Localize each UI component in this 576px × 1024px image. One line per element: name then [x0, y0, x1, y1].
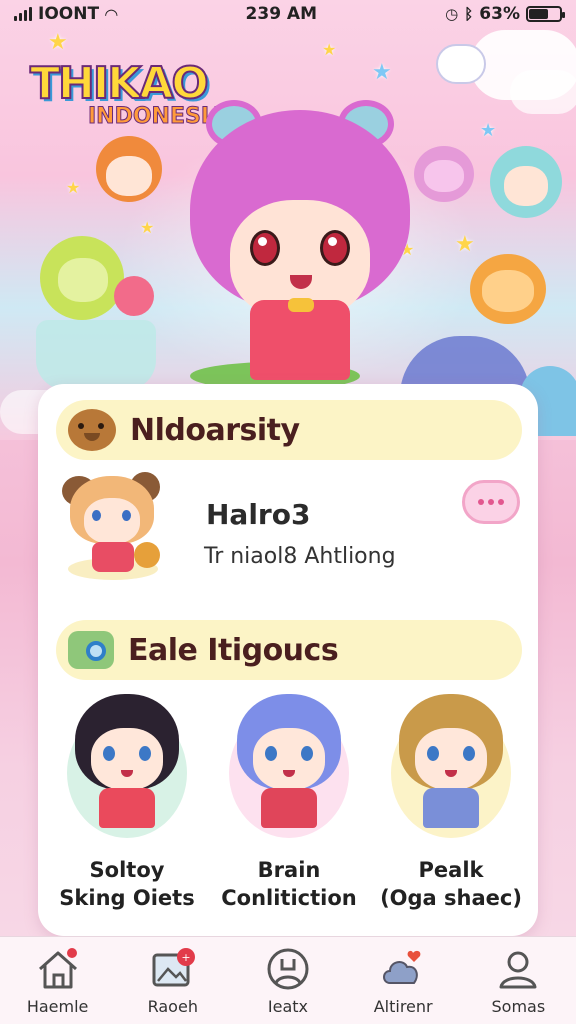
- balloon-decoration: [114, 276, 154, 316]
- star-icon: ★: [372, 60, 392, 85]
- character-desc: Conlitiction: [221, 886, 357, 910]
- character-grid: Soltoy Sking Oiets Brain Conlitiction Pe…: [52, 688, 526, 920]
- star-icon: ★: [140, 218, 155, 237]
- mini-character-cat: [470, 254, 546, 324]
- star-icon: ★: [322, 40, 337, 59]
- character-name: Brain: [257, 858, 321, 882]
- cloud-decoration: [510, 70, 576, 114]
- character-illustration: [57, 688, 197, 848]
- drink-cup-decoration: [36, 320, 156, 390]
- battery-icon: [525, 6, 565, 22]
- cloud-heart-icon: [383, 950, 421, 984]
- mini-character-orange: [96, 136, 162, 202]
- nav-item-gallery[interactable]: + Raoeh: [121, 947, 225, 1016]
- star-icon: ★: [66, 178, 81, 197]
- nav-label: Raoeh: [147, 997, 198, 1016]
- mini-character-teal: [490, 146, 562, 218]
- profile-avatar: [52, 466, 172, 586]
- nav-label: Haemle: [26, 997, 89, 1016]
- message-bubble-icon[interactable]: [462, 480, 520, 524]
- character-caption: Brain Conlitiction: [214, 856, 364, 912]
- character-desc: Sking Oiets: [59, 886, 195, 910]
- wifi-icon: ◠: [105, 4, 118, 24]
- community-section-header[interactable]: Nldoarsity: [56, 400, 522, 460]
- nav-item-account[interactable]: Somas: [466, 947, 570, 1016]
- nav-label: Ieatx: [267, 997, 309, 1016]
- main-character: [180, 100, 420, 390]
- nav-item-center[interactable]: Ieatx: [236, 947, 340, 1016]
- bluetooth-icon: ᛒ: [464, 5, 474, 23]
- star-icon: ★: [455, 232, 475, 257]
- character-name: Soltoy: [89, 858, 165, 882]
- hero-banner: ★ ★ ★ ★ ★ ★ ★ ★ THIKAO INDONESIA: [0, 0, 576, 440]
- content-card: Nldoarsity Halro3 Tr niaol8 Ahtliong Eal…: [38, 384, 538, 936]
- character-card[interactable]: Soltoy Sking Oiets: [52, 688, 202, 920]
- clock: 239 AM: [245, 4, 318, 24]
- signal-icon: [14, 7, 32, 21]
- battery-percent: 63%: [479, 4, 520, 24]
- character-caption: Soltoy Sking Oiets: [52, 856, 202, 912]
- home-icon: [38, 948, 77, 989]
- chat-bubble-icon: [436, 44, 486, 84]
- svg-text:+: +: [181, 951, 190, 964]
- profile-name: Halro3: [206, 498, 311, 531]
- character-desc: (Oga shaec): [380, 886, 522, 910]
- gallery-search-icon: [68, 631, 114, 669]
- gallery-icon: +: [152, 948, 195, 987]
- section-title: Nldoarsity: [130, 412, 300, 448]
- character-illustration: [219, 688, 359, 848]
- bottom-navigation: Haemle + Raoeh Ieatx Altirenr Somas: [0, 936, 576, 1024]
- alarm-icon: ◷: [445, 5, 459, 23]
- gallery-section-header[interactable]: Eale Itigoucs: [56, 620, 522, 680]
- section-title: Eale Itigoucs: [128, 632, 339, 668]
- carrier-name: IOONT: [38, 4, 100, 24]
- character-card[interactable]: Brain Conlitiction: [214, 688, 364, 920]
- nav-label: Somas: [491, 997, 546, 1016]
- user-icon: [499, 951, 537, 989]
- profile-subtitle: Tr niaol8 Ahtliong: [204, 544, 396, 569]
- character-illustration: [381, 688, 521, 848]
- nav-label: Altirenr: [373, 997, 433, 1016]
- star-icon: ★: [480, 120, 497, 141]
- bear-face-icon: [68, 409, 116, 451]
- character-card[interactable]: Pealk (Oga shaec): [376, 688, 526, 920]
- character-caption: Pealk (Oga shaec): [376, 856, 526, 912]
- character-name: Pealk: [418, 858, 484, 882]
- nav-item-activity[interactable]: Altirenr: [351, 947, 455, 1016]
- profile-row[interactable]: Halro3 Tr niaol8 Ahtliong: [52, 466, 532, 586]
- mini-character-green: [40, 236, 124, 320]
- status-bar: IOONT ◠ 239 AM ◷ ᛒ 63%: [0, 0, 576, 28]
- profile-circle-icon: [267, 948, 309, 990]
- mini-character-pink: [414, 146, 474, 202]
- nav-item-home[interactable]: Haemle: [6, 947, 110, 1016]
